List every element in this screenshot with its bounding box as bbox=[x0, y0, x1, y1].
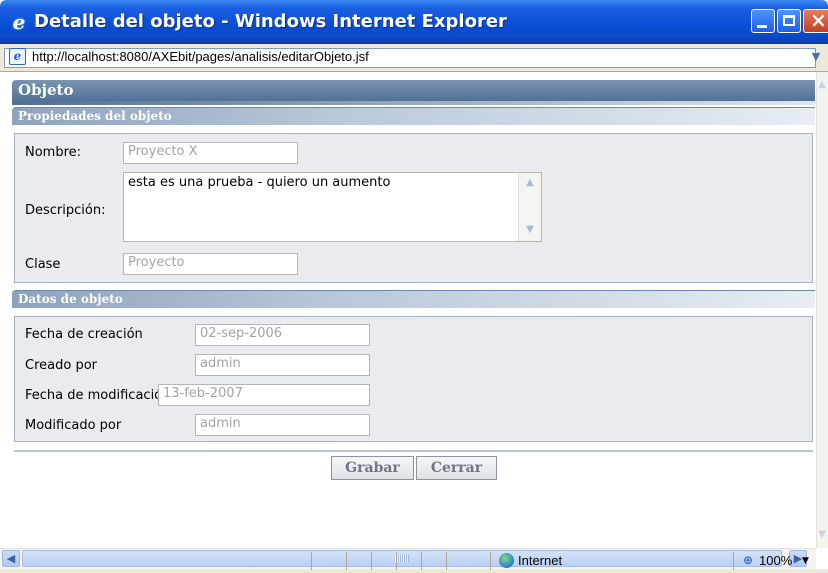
status-separator bbox=[733, 552, 734, 570]
modificado-por-field[interactable]: admin bbox=[195, 414, 370, 436]
clase-label: Clase bbox=[25, 257, 61, 272]
close-icon: × bbox=[810, 8, 827, 32]
minimize-button[interactable] bbox=[751, 9, 775, 33]
scroll-down-icon[interactable]: ▼ bbox=[816, 528, 828, 542]
status-separator bbox=[396, 552, 397, 570]
security-zone-label[interactable]: Internet bbox=[518, 552, 562, 570]
data-header-title: Datos de objeto bbox=[18, 292, 123, 306]
section-header-objeto bbox=[12, 80, 815, 102]
close-window-button[interactable]: × bbox=[803, 8, 828, 33]
scroll-grip-icon bbox=[395, 555, 409, 562]
address-dropdown-icon[interactable]: ▼ bbox=[808, 48, 824, 66]
clase-field[interactable]: Proyecto bbox=[123, 253, 298, 275]
status-separator bbox=[446, 552, 447, 570]
scroll-up-icon[interactable]: ▲ bbox=[816, 78, 828, 92]
status-bar bbox=[0, 569, 828, 573]
ie-logo-icon: e bbox=[12, 10, 26, 34]
address-url[interactable]: http://localhost:8080/AXEbit/pages/anali… bbox=[32, 48, 369, 66]
descripcion-textarea[interactable]: esta es una prueba - quiero un aumento bbox=[123, 172, 542, 242]
modificado-por-label: Modificado por bbox=[25, 418, 122, 433]
page-vertical-scrollbar[interactable] bbox=[816, 72, 828, 548]
fecha-modificacion-label: Fecha de modificación bbox=[25, 388, 171, 403]
status-separator bbox=[371, 552, 372, 570]
status-separator bbox=[421, 552, 422, 570]
form-divider bbox=[14, 450, 813, 452]
fecha-modificacion-field[interactable]: 13-feb-2007 bbox=[158, 384, 370, 406]
section-divider bbox=[12, 101, 815, 105]
nombre-label: Nombre: bbox=[25, 145, 82, 160]
scroll-left-icon[interactable]: ◀ bbox=[2, 550, 20, 567]
globe-icon bbox=[499, 553, 514, 568]
grabar-button[interactable]: Grabar bbox=[331, 456, 414, 480]
fecha-creacion-label: Fecha de creación bbox=[25, 327, 143, 342]
status-separator bbox=[490, 552, 491, 570]
maximize-icon bbox=[783, 15, 795, 26]
creado-por-field[interactable]: admin bbox=[195, 354, 370, 376]
ie-page-icon: e bbox=[9, 48, 26, 65]
status-separator bbox=[311, 552, 312, 570]
maximize-button[interactable] bbox=[777, 9, 801, 33]
zoom-dropdown-icon[interactable]: ▼ bbox=[802, 552, 809, 570]
data-header bbox=[12, 290, 815, 308]
scroll-down-icon[interactable]: ▼ bbox=[522, 222, 538, 238]
descripcion-label: Descripción: bbox=[25, 203, 106, 218]
creado-por-label: Creado por bbox=[25, 358, 97, 373]
cerrar-button[interactable]: Cerrar bbox=[416, 456, 497, 480]
fecha-creacion-field[interactable]: 02-sep-2006 bbox=[195, 324, 370, 346]
status-separator bbox=[346, 552, 347, 570]
zoom-level[interactable]: 100% bbox=[759, 552, 792, 570]
nombre-field[interactable]: Proyecto X bbox=[123, 142, 298, 164]
scroll-up-icon[interactable]: ▲ bbox=[522, 175, 538, 191]
magnifier-icon: ⊕ bbox=[743, 553, 754, 567]
window-title: Detalle del objeto - Windows Internet Ex… bbox=[34, 11, 507, 32]
section-title: Objeto bbox=[18, 81, 74, 99]
minimize-icon bbox=[757, 25, 767, 28]
properties-header-title: Propiedades del objeto bbox=[18, 109, 172, 123]
